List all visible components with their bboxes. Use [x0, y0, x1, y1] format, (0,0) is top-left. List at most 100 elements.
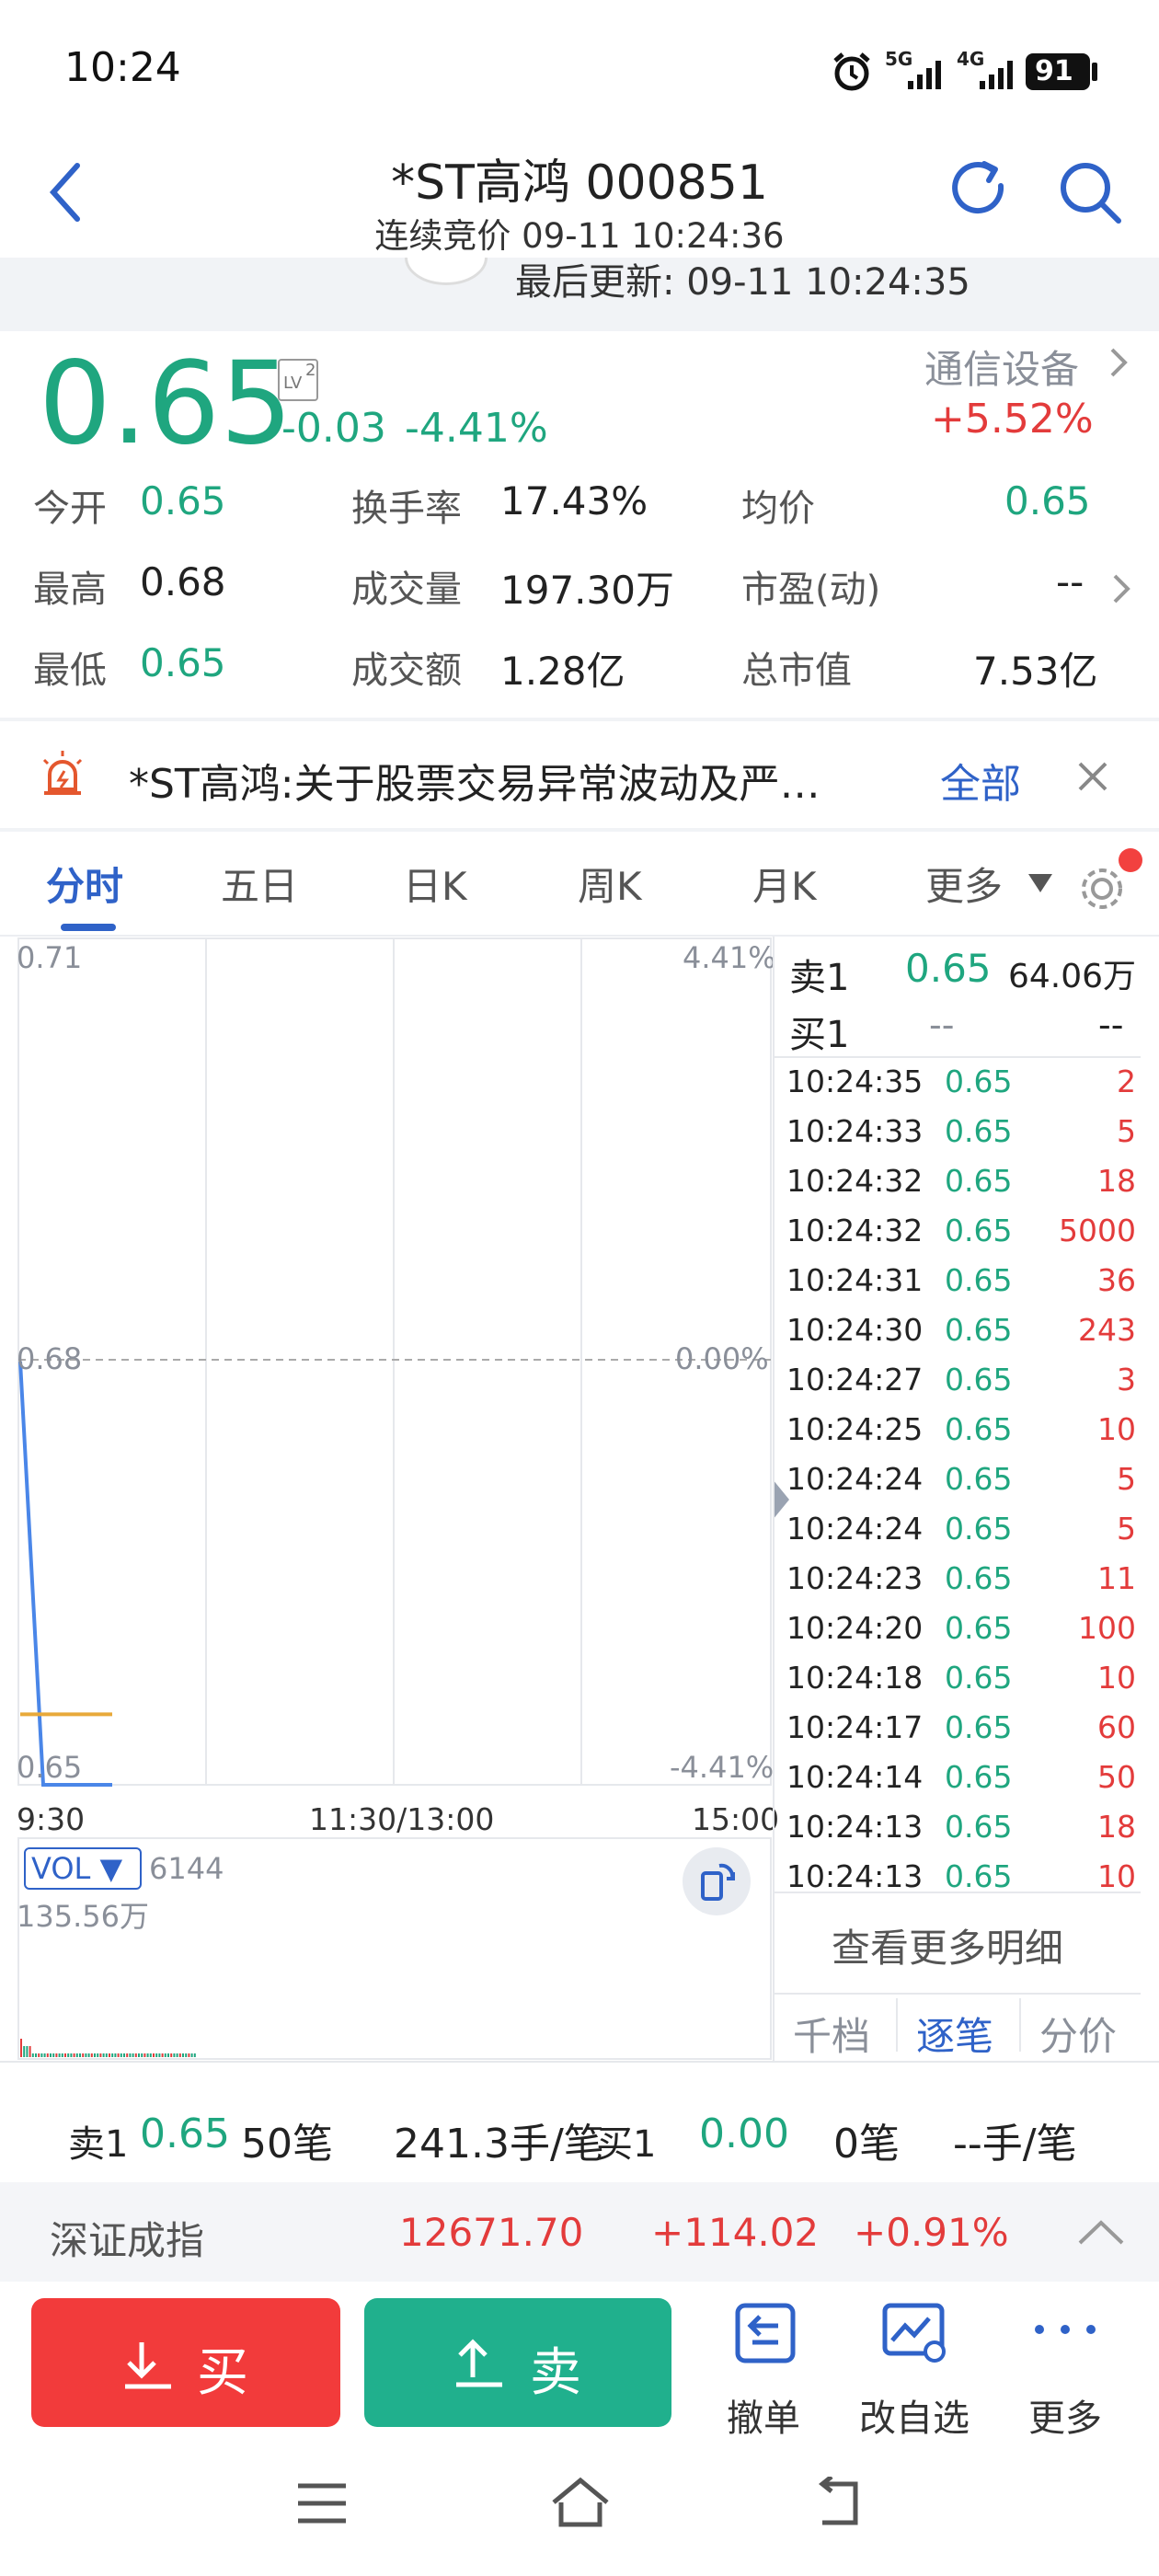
- tab-more[interactable]: 更多: [925, 856, 1003, 912]
- volume-bar: [79, 2053, 81, 2057]
- tab-monthly-k[interactable]: 月K: [752, 856, 817, 912]
- more-actions-button[interactable]: 更多: [1012, 2300, 1122, 2440]
- chevron-right-icon[interactable]: [1111, 572, 1131, 605]
- alarm-light-icon: [42, 751, 83, 795]
- sector-change: +5.52%: [931, 396, 1094, 443]
- index-change-pct: +0.91%: [854, 2210, 1009, 2255]
- buy-button[interactable]: 买: [31, 2298, 340, 2427]
- divider: [1019, 1998, 1021, 2052]
- signal-icon: [908, 61, 941, 89]
- status-time: 10:24: [64, 44, 181, 91]
- notice-text[interactable]: *ST高鸿:关于股票交易异常波动及严…: [129, 751, 820, 810]
- tick-price: 0.65: [945, 1262, 1013, 1298]
- index-ticker-bar[interactable]: 深证成指 12671.70 +114.02 +0.91%: [0, 2182, 1159, 2282]
- settings-icon[interactable]: [1076, 861, 1128, 913]
- buy1-price: --: [929, 1005, 955, 1045]
- stat-value: 0.68: [140, 559, 226, 604]
- view-more-details-button[interactable]: 查看更多明细: [832, 1917, 1063, 1973]
- tab-five-day[interactable]: 五日: [221, 856, 298, 912]
- volume-bar: [38, 2053, 40, 2057]
- tick-time: 10:24:35: [786, 1064, 924, 1099]
- sell-button[interactable]: 卖: [364, 2298, 671, 2427]
- volume-bar: [132, 2053, 134, 2057]
- pct-axis-top: 4.41%: [683, 940, 776, 975]
- vol-max: 135.56万: [17, 1899, 149, 1934]
- home-icon[interactable]: [548, 2475, 613, 2530]
- detail-tab-depth[interactable]: 千档: [793, 2006, 870, 2062]
- rotate-screen-button[interactable]: [683, 1847, 751, 1915]
- queue-sell-avg: 241.3手/笔: [394, 2121, 604, 2168]
- price-change: -0.03: [281, 405, 386, 452]
- detail-tab-price[interactable]: 分价: [1039, 2006, 1117, 2062]
- status-bar: 10:24 5G 4G 91: [0, 0, 1159, 138]
- stat-value: 7.53亿: [973, 649, 1098, 694]
- tab-intraday[interactable]: 分时: [46, 856, 123, 912]
- tick-row: 10:24:30 0.65 243: [786, 1306, 1136, 1356]
- edit-watchlist-button[interactable]: 改自选: [850, 2300, 979, 2440]
- system-nav-bar: [0, 2447, 1159, 2576]
- stat-value: 1.28亿: [500, 649, 625, 694]
- volume-bar: [29, 2046, 31, 2057]
- divider: [775, 1993, 1141, 1995]
- stat-value: 17.43%: [500, 478, 648, 523]
- tick-volume: 3: [1117, 1362, 1136, 1397]
- search-icon[interactable]: [1056, 158, 1124, 226]
- tick-price: 0.65: [945, 1312, 1013, 1348]
- sell-arrow-icon: [456, 2339, 502, 2387]
- stock-header: *ST高鸿 000851 连续竞价 09-11 10:24:36: [0, 138, 1159, 267]
- notice-all-link[interactable]: 全部: [940, 751, 1021, 810]
- detail-tab-tick[interactable]: 逐笔: [916, 2006, 993, 2062]
- notice-bar[interactable]: *ST高鸿:关于股票交易异常波动及严… 全部: [0, 721, 1159, 830]
- cancel-order-button[interactable]: 撤单: [710, 2300, 820, 2440]
- tick-price: 0.65: [945, 1163, 1013, 1199]
- tick-row: 10:24:25 0.65 10: [786, 1406, 1136, 1455]
- price-chart-canvas[interactable]: [0, 937, 773, 2061]
- buy-label: 买: [197, 2343, 248, 2403]
- sector-name[interactable]: 通信设备: [924, 339, 1079, 395]
- volume-bar: [20, 2039, 22, 2057]
- menu-icon[interactable]: [294, 2480, 350, 2526]
- tab-weekly-k[interactable]: 周K: [578, 856, 642, 912]
- refresh-icon[interactable]: [947, 158, 1012, 223]
- tick-price: 0.65: [945, 1113, 1013, 1149]
- tick-row: 10:24:32 0.65 18: [786, 1157, 1136, 1207]
- queue-buy-count: 0笔: [833, 2121, 900, 2168]
- active-tab-indicator: [61, 924, 116, 931]
- volume-bar: [109, 2053, 110, 2057]
- volume-layer: [20, 2039, 196, 2057]
- close-icon[interactable]: [1074, 758, 1111, 795]
- tab-daily-k[interactable]: 日K: [403, 856, 467, 912]
- back-icon[interactable]: [48, 162, 85, 223]
- chevron-right-icon[interactable]: [1108, 346, 1129, 379]
- tick-volume: 36: [1097, 1262, 1136, 1298]
- back-nav-icon[interactable]: [809, 2477, 865, 2528]
- tick-time: 10:24:13: [786, 1858, 924, 1894]
- tick-time: 10:24:23: [786, 1560, 924, 1596]
- tick-volume: 100: [1078, 1610, 1136, 1646]
- stock-title: *ST高鸿 000851: [391, 155, 768, 211]
- vol-indicator-select[interactable]: VOL ▼: [24, 1847, 142, 1890]
- y-axis-bottom: 0.65: [17, 1750, 83, 1785]
- x-axis-end: 15:00: [692, 1801, 780, 1837]
- volume-bar: [176, 2053, 178, 2057]
- volume-bar: [149, 2053, 152, 2057]
- buy1-label: 买1: [789, 1014, 850, 1056]
- tick-price: 0.65: [945, 1660, 1013, 1696]
- tick-time: 10:24:33: [786, 1113, 924, 1149]
- volume-bar: [146, 2053, 149, 2057]
- tick-volume: 10: [1097, 1858, 1136, 1894]
- chevron-up-icon[interactable]: [1076, 2217, 1126, 2247]
- volume-bar: [173, 2053, 176, 2057]
- volume-bar: [138, 2053, 140, 2057]
- caret-down-icon[interactable]: [1027, 872, 1054, 894]
- volume-bar: [170, 2053, 173, 2057]
- volume-bar: [75, 2053, 78, 2057]
- trading-status: 连续竞价 09-11 10:24:36: [374, 216, 785, 256]
- volume-bar: [73, 2053, 75, 2057]
- stat-label: 最低: [33, 650, 107, 692]
- volume-bar: [58, 2053, 61, 2057]
- stat-label: 总市值: [741, 650, 852, 692]
- intraday-chart[interactable]: 0.71 0.68 0.65 4.41% 0.00% -4.41% 9:30 1…: [0, 937, 779, 2061]
- volume-bar: [99, 2053, 102, 2057]
- series-line-0: [18, 1361, 112, 1787]
